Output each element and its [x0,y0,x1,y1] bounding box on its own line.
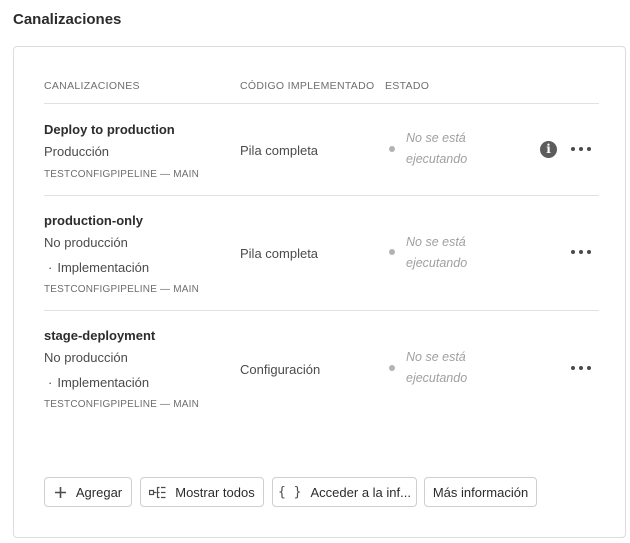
table-row[interactable]: production-only No producción · Implement… [44,196,599,311]
pipeline-environment: No producción [44,235,128,250]
pipeline-type: · Implementación [48,260,149,275]
pipelines-table: CANALIZACIONES CÓDIGO IMPLEMENTADO ESTAD… [44,47,599,426]
pipeline-repo: TESTCONFIGPIPELINE — MAIN [44,399,200,410]
pipeline-repo: TESTCONFIGPIPELINE — MAIN [44,169,200,180]
show-all-button[interactable]: Mostrar todos [140,477,264,507]
info-icon[interactable]: i [540,141,557,158]
access-repo-button[interactable]: { } Acceder a la inf... [272,477,417,507]
status-line-1: No se está [406,235,466,249]
pipeline-name[interactable]: Deploy to production [44,122,175,137]
more-info-button-label: Más información [432,484,529,500]
column-header-pipelines: CANALIZACIONES [44,80,140,92]
curly-braces-icon: { } [278,484,302,500]
table-row[interactable]: Deploy to production Producción TESTCONF… [44,104,599,196]
section-title: Canalizaciones [13,11,122,28]
status-line-2: ejecutando [406,371,468,385]
table-row[interactable]: stage-deployment No producción · Implemen… [44,311,599,426]
status-line-2: ejecutando [406,152,468,166]
pipeline-environment: Producción [44,144,110,159]
status-line-1: No se está [406,350,466,364]
pipeline-list-icon [149,486,166,499]
table-header: CANALIZACIONES CÓDIGO IMPLEMENTADO ESTAD… [44,47,599,104]
pipeline-code: Pila completa [240,143,319,158]
status-dot-icon [389,365,395,371]
more-actions-icon[interactable] [571,143,591,155]
access-repo-button-label: Acceder a la inf... [310,484,411,500]
status-dot-icon [389,146,395,152]
add-button-label: Agregar [75,484,123,500]
pipeline-environment: No producción [44,350,128,365]
status-line-2: ejecutando [406,256,468,270]
pipeline-repo: TESTCONFIGPIPELINE — MAIN [44,284,200,295]
pipelines-card: CANALIZACIONES CÓDIGO IMPLEMENTADO ESTAD… [13,46,626,538]
pipelines-page: Canalizaciones CANALIZACIONES CÓDIGO IMP… [0,0,630,543]
pipeline-code: Configuración [240,362,321,377]
plus-icon [54,486,67,499]
pipeline-status: No se está ejecutando [406,128,496,170]
pipeline-status: No se está ejecutando [406,347,496,389]
pipeline-type: · Implementación [48,375,149,390]
pipeline-name[interactable]: stage-deployment [44,328,155,343]
show-all-button-label: Mostrar todos [175,484,255,500]
pipeline-name[interactable]: production-only [44,213,143,228]
pipeline-status: No se está ejecutando [406,232,496,274]
column-header-status: ESTADO [385,80,430,92]
pipeline-type-label: Implementación [57,375,150,390]
status-line-1: No se está [406,131,466,145]
bullet: · [48,260,53,275]
more-info-button[interactable]: Más información [424,477,537,507]
more-actions-icon[interactable] [571,362,591,374]
pipeline-code: Pila completa [240,246,319,261]
column-header-code: CÓDIGO IMPLEMENTADO [240,80,375,92]
bullet: · [48,375,53,390]
pipeline-type-label: Implementación [57,260,150,275]
more-actions-icon[interactable] [571,246,591,258]
add-button[interactable]: Agregar [44,477,132,507]
status-dot-icon [389,249,395,255]
